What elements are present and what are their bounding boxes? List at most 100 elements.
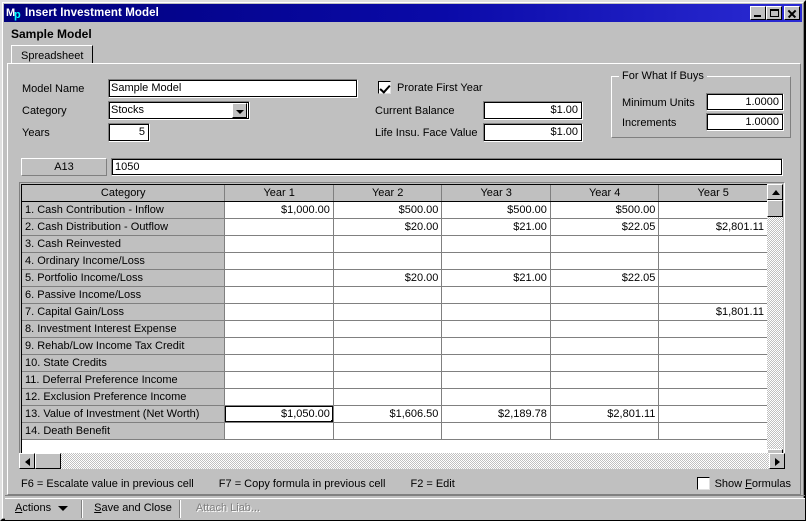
grid-cell[interactable] [441, 422, 551, 440]
grid-cell[interactable] [550, 303, 660, 321]
grid-row-category[interactable]: 6. Passive Income/Loss [22, 286, 226, 304]
grid-cell[interactable]: $500.00 [550, 201, 660, 219]
grid-row-category[interactable]: 1. Cash Contribution - Inflow [22, 201, 226, 219]
grid-column-header[interactable]: Year 1 [224, 185, 334, 202]
horizontal-scroll-thumb[interactable] [35, 453, 61, 469]
grid-cell[interactable] [658, 235, 767, 253]
grid-cell[interactable]: $22.05 [550, 269, 660, 287]
grid-cell[interactable] [658, 337, 767, 355]
grid-cell[interactable] [441, 337, 551, 355]
grid-row-category[interactable]: 8. Investment Interest Expense [22, 320, 226, 338]
minimum-units-input[interactable]: 1.0000 [706, 93, 784, 111]
tab-spreadsheet[interactable]: Spreadsheet [11, 45, 94, 64]
grid-cell[interactable]: $1,606.50 [333, 405, 443, 423]
grid-row-category[interactable]: 5. Portfolio Income/Loss [22, 269, 226, 287]
grid-cell[interactable] [550, 286, 660, 304]
grid-cell[interactable]: $22.05 [550, 218, 660, 236]
grid-cell[interactable] [658, 320, 767, 338]
grid-cell[interactable] [224, 337, 334, 355]
grid-cell[interactable] [224, 371, 334, 389]
increments-input[interactable]: 1.0000 [706, 113, 784, 131]
grid-cell[interactable] [224, 235, 334, 253]
grid-cell[interactable] [224, 218, 334, 236]
grid-cell[interactable]: $20.00 [333, 269, 443, 287]
grid-cell[interactable]: $20.00 [333, 218, 443, 236]
grid-cell[interactable] [658, 371, 767, 389]
grid-cell[interactable] [224, 252, 334, 270]
grid-cell[interactable] [333, 303, 443, 321]
grid-cell[interactable]: $21.00 [441, 218, 551, 236]
chevron-down-icon[interactable] [232, 103, 247, 118]
vertical-scroll-thumb[interactable] [767, 200, 783, 217]
grid-cell[interactable] [333, 388, 443, 406]
grid-cell[interactable] [333, 320, 443, 338]
model-name-input[interactable]: Sample Model [108, 79, 358, 98]
grid-cell[interactable]: $2,189.78 [441, 405, 551, 423]
current-balance-input[interactable]: $1.00 [483, 101, 583, 120]
grid-cell[interactable] [550, 422, 660, 440]
grid-cell[interactable] [550, 252, 660, 270]
grid-cell[interactable] [224, 354, 334, 372]
vertical-scrollbar[interactable] [767, 184, 783, 465]
grid-row-category[interactable]: 13. Value of Investment (Net Worth) [22, 405, 226, 423]
category-select[interactable]: Stocks [108, 101, 250, 120]
grid-row-category[interactable]: 12. Exclusion Preference Income [22, 388, 226, 406]
grid-row-category[interactable]: 11. Deferral Preference Income [22, 371, 226, 389]
grid-cell[interactable] [224, 320, 334, 338]
grid-cell[interactable] [658, 388, 767, 406]
minimize-button[interactable] [750, 6, 766, 20]
show-formulas-checkbox[interactable] [696, 477, 710, 490]
grid-column-header[interactable]: Year 5 [658, 185, 767, 202]
grid-cell[interactable]: $1,801.11 [658, 303, 767, 321]
grid-cell[interactable] [441, 354, 551, 372]
grid-row-category[interactable]: 2. Cash Distribution - Outflow [22, 218, 226, 236]
grid-cell[interactable]: $21.00 [441, 269, 551, 287]
spreadsheet-grid[interactable]: Category Year 1 Year 2 Year 3 Year 4 Year 5 1… [22, 185, 767, 440]
grid-row-category[interactable]: 7. Capital Gain/Loss [22, 303, 226, 321]
grid-cell[interactable] [333, 422, 443, 440]
grid-cell[interactable] [441, 235, 551, 253]
prorate-first-year-checkbox[interactable] [378, 81, 391, 94]
grid-cell[interactable]: $1,000.00 [224, 201, 334, 219]
grid-cell[interactable] [224, 286, 334, 304]
grid-cell[interactable] [550, 354, 660, 372]
grid-cell[interactable] [333, 354, 443, 372]
grid-cell[interactable] [224, 303, 334, 321]
grid-cell[interactable] [441, 252, 551, 270]
grid-cell[interactable] [658, 201, 767, 219]
scroll-right-button[interactable] [769, 453, 785, 469]
grid-cell[interactable]: $500.00 [441, 201, 551, 219]
grid-cell[interactable] [441, 286, 551, 304]
attach-liab-button[interactable]: Attach Liab... [185, 500, 271, 519]
grid-cell[interactable] [441, 371, 551, 389]
grid-row-category[interactable]: 10. State Credits [22, 354, 226, 372]
grid-cell[interactable] [224, 388, 334, 406]
grid-cell[interactable] [333, 286, 443, 304]
grid-cell[interactable] [441, 320, 551, 338]
close-button[interactable] [784, 6, 800, 20]
actions-button[interactable]: Actions [9, 500, 91, 519]
grid-cell[interactable] [550, 235, 660, 253]
grid-cell[interactable] [333, 235, 443, 253]
scroll-up-button[interactable] [767, 184, 783, 200]
grid-cell[interactable] [658, 269, 767, 287]
grid-cell[interactable] [333, 371, 443, 389]
grid-column-header[interactable]: Year 4 [550, 185, 660, 202]
years-input[interactable]: 5 [108, 123, 150, 142]
grid-cell[interactable] [224, 422, 334, 440]
grid-cell[interactable] [224, 269, 334, 287]
grid-cell[interactable] [658, 422, 767, 440]
scroll-left-button[interactable] [19, 453, 35, 469]
grid-cell[interactable]: $500.00 [333, 201, 443, 219]
horizontal-scrollbar[interactable] [19, 453, 785, 469]
grid-column-header[interactable]: Year 2 [333, 185, 443, 202]
grid-cell[interactable] [550, 388, 660, 406]
life-insu-face-value-input[interactable]: $1.00 [483, 123, 583, 142]
grid-row-category[interactable]: 3. Cash Reinvested [22, 235, 226, 253]
grid-column-header[interactable]: Category [22, 185, 226, 202]
grid-cell[interactable] [658, 252, 767, 270]
maximize-button[interactable] [766, 6, 782, 20]
grid-cell[interactable]: $2,801.11 [658, 218, 767, 236]
grid-cell[interactable] [658, 354, 767, 372]
grid-column-header[interactable]: Year 3 [441, 185, 551, 202]
